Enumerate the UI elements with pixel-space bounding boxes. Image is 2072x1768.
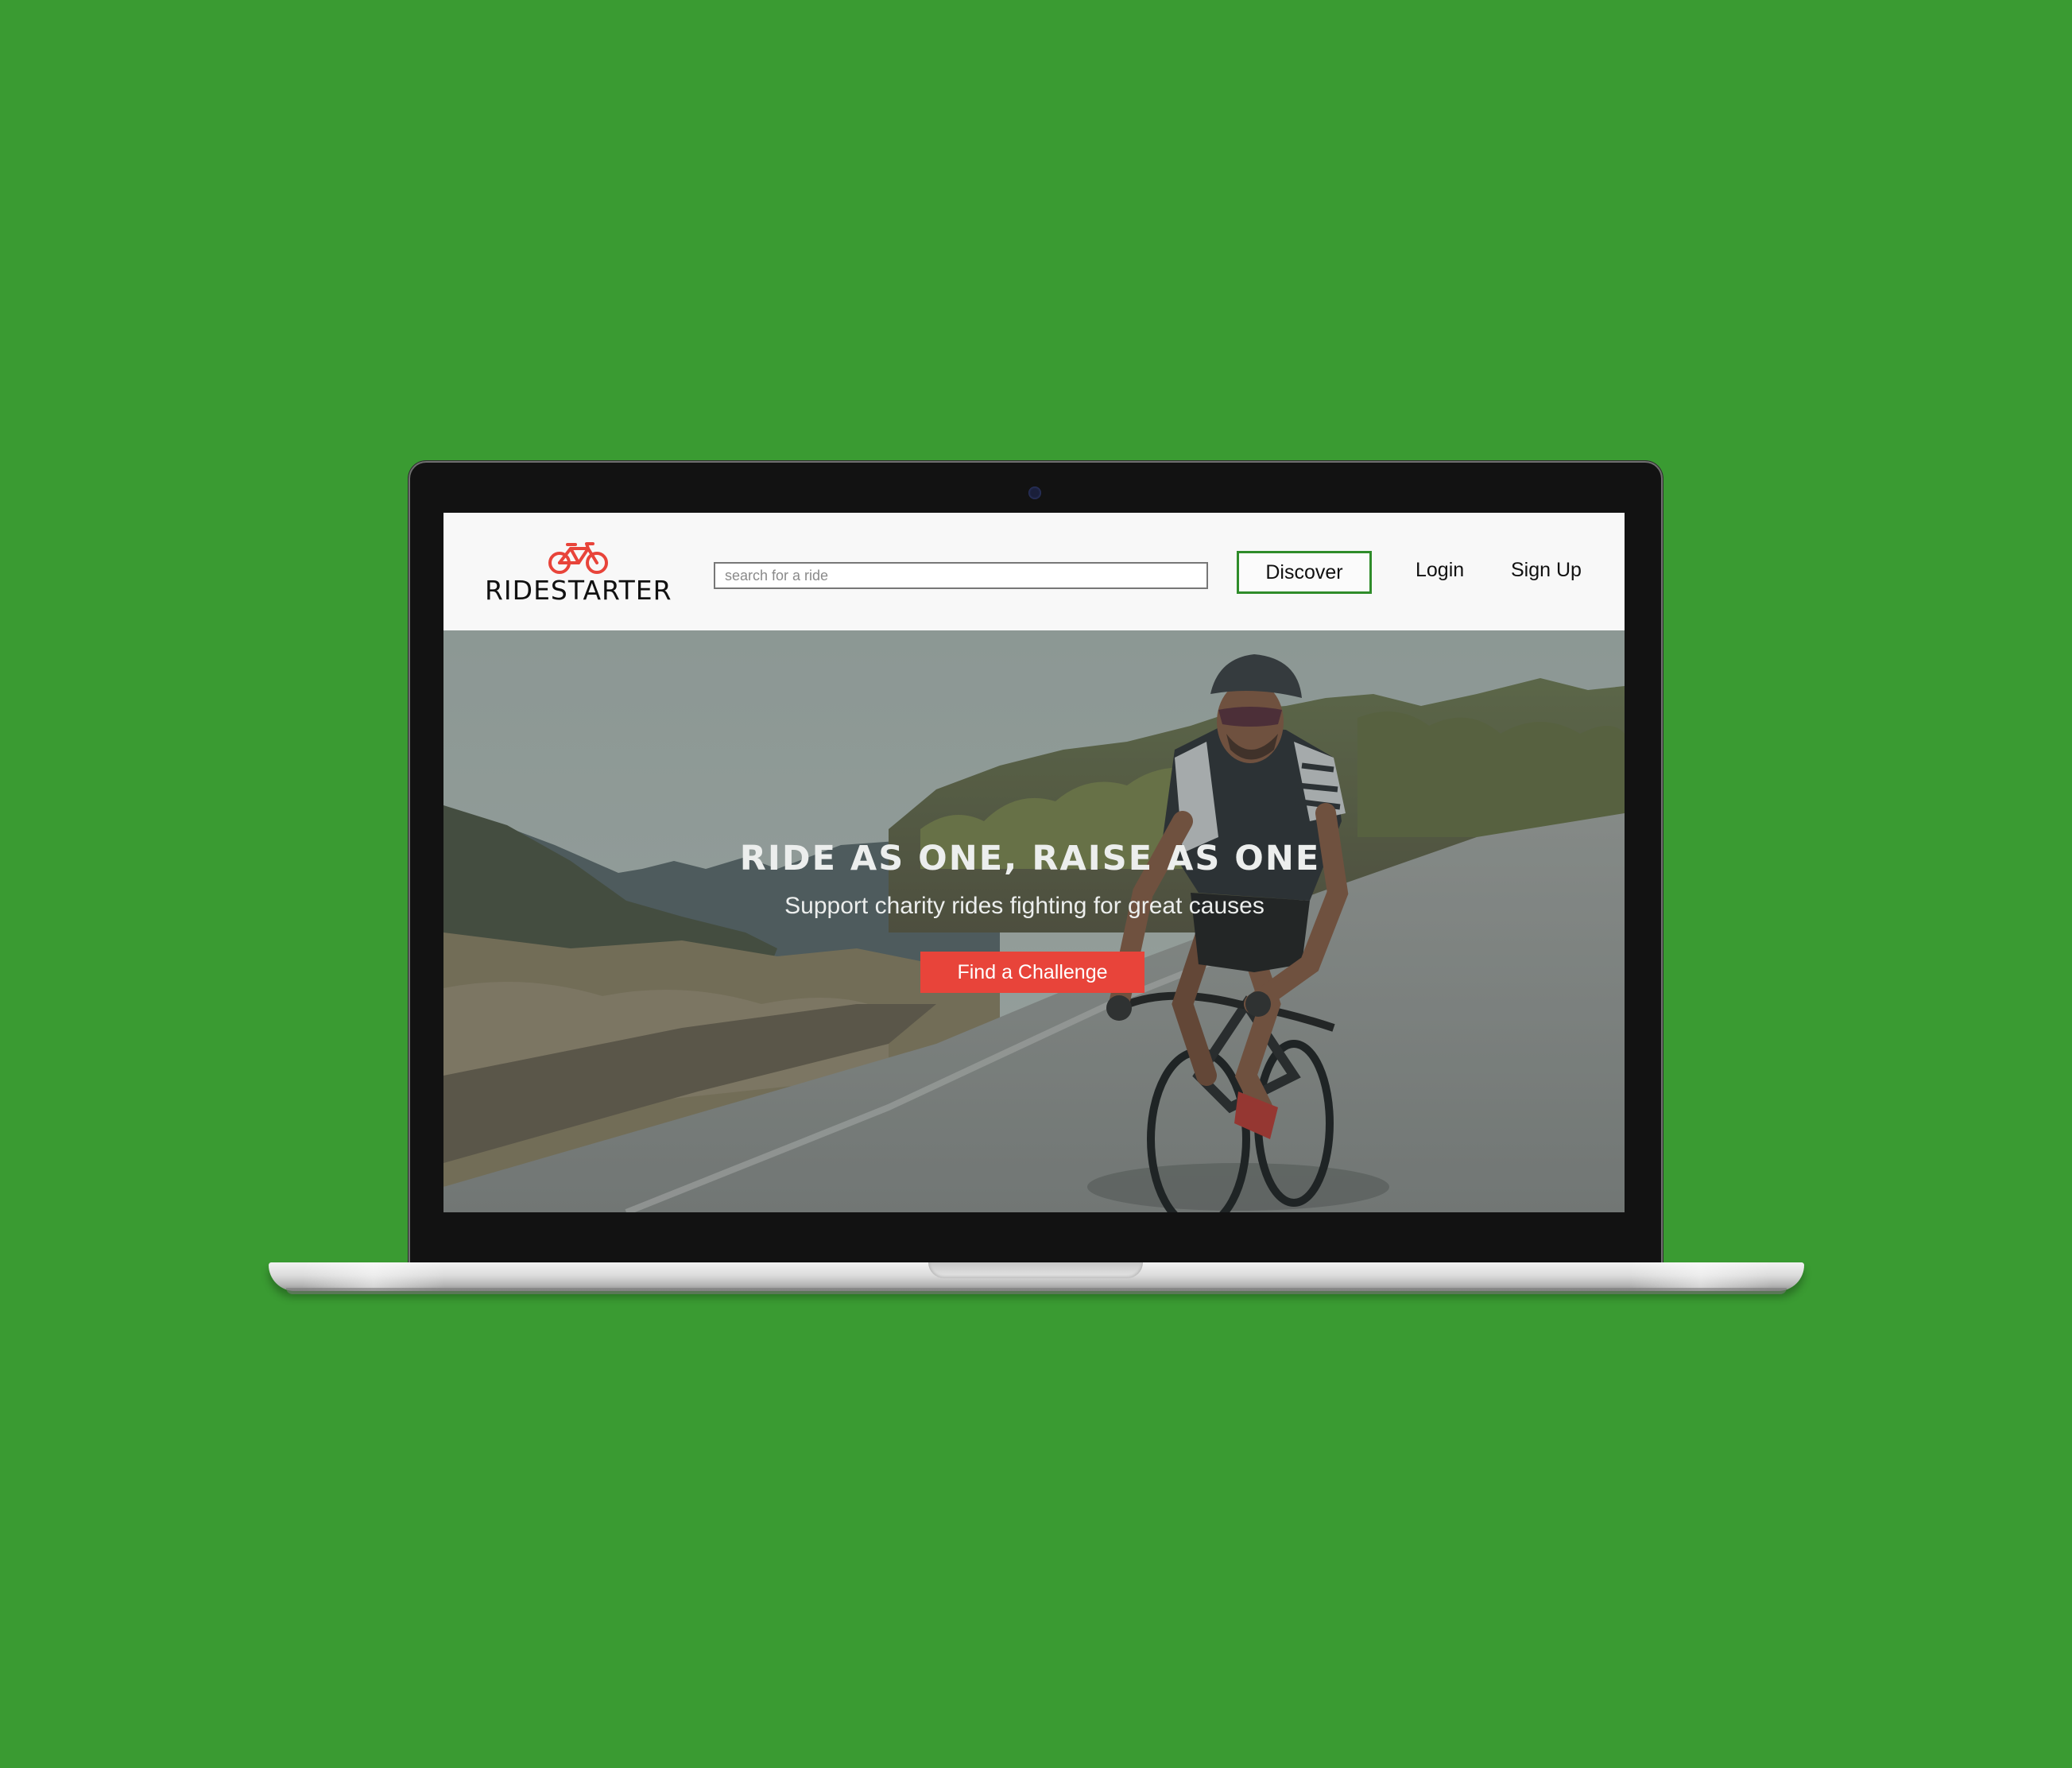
search-input[interactable]	[714, 562, 1208, 589]
brand-name: RIDESTARTER	[485, 575, 672, 606]
laptop-base-highlight	[302, 1262, 445, 1291]
laptop-screen: RIDESTARTER Discover Login Sign Up	[443, 513, 1625, 1212]
discover-button[interactable]: Discover	[1237, 551, 1372, 594]
hero-overlay	[443, 630, 1625, 1212]
login-link[interactable]: Login	[1416, 559, 1464, 582]
hero-section: RIDE AS ONE, RAISE AS ONE Support charit…	[443, 630, 1625, 1212]
webcam	[1028, 487, 1041, 499]
site-header: RIDESTARTER Discover Login Sign Up	[443, 513, 1625, 630]
hero-subheading: Support charity rides fighting for great…	[784, 893, 1265, 919]
laptop-notch	[928, 1262, 1143, 1278]
signup-link[interactable]: Sign Up	[1511, 559, 1582, 582]
laptop-base-highlight	[1629, 1262, 1772, 1291]
logo[interactable]: RIDESTARTER	[485, 541, 676, 606]
find-challenge-button[interactable]: Find a Challenge	[920, 952, 1144, 993]
laptop-base-lip	[286, 1288, 1787, 1294]
bicycle-icon	[548, 542, 608, 574]
hero-heading: RIDE AS ONE, RAISE AS ONE	[739, 839, 1321, 878]
